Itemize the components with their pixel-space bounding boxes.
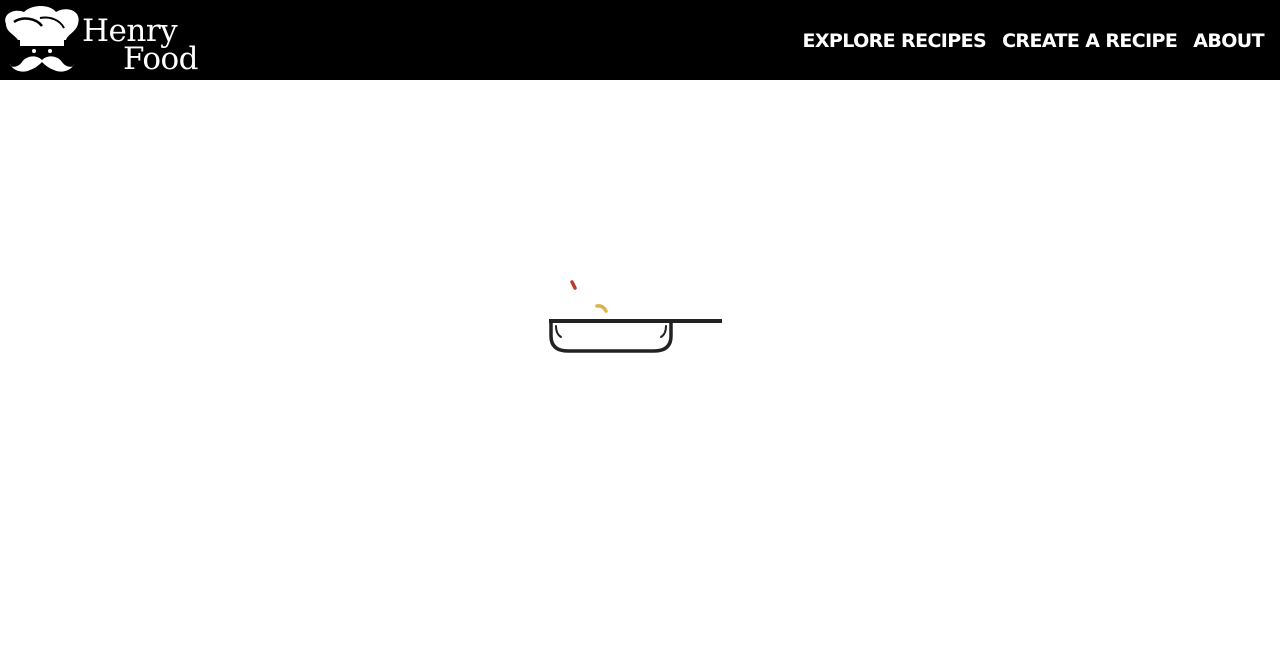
chef-hat-mustache-icon: [5, 6, 79, 72]
pan-highlight-right: [660, 325, 667, 338]
loading-indicator: [540, 270, 740, 370]
pan-highlight-left: [555, 325, 562, 338]
nav-explore-recipes[interactable]: EXPLORE RECIPES: [803, 29, 987, 53]
top-navigation-bar: Henry Food EXPLORE RECIPES CREATE A RECI…: [0, 0, 1280, 80]
main-nav: EXPLORE RECIPES CREATE A RECIPE ABOUT: [803, 29, 1265, 53]
frying-pan-icon: [549, 280, 722, 353]
pan-body: [549, 321, 673, 353]
brand-name-line2: Food: [123, 41, 199, 77]
particle-red: [570, 280, 577, 290]
particle-yellow: [595, 304, 608, 313]
nav-create-recipe[interactable]: CREATE A RECIPE: [1002, 29, 1178, 53]
home-logo-link[interactable]: Henry Food: [0, 4, 200, 76]
nav-about[interactable]: ABOUT: [1193, 29, 1264, 53]
